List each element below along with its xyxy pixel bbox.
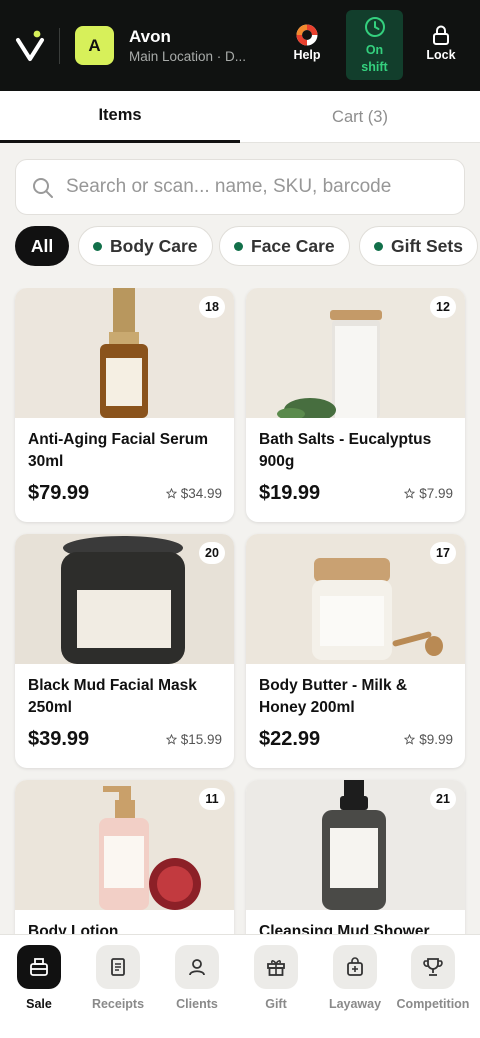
tab-items[interactable]: Items [0, 91, 240, 143]
lifebuoy-icon [295, 22, 319, 48]
cost-value: $15.99 [180, 732, 222, 747]
chip-label: Body Care [110, 235, 198, 256]
chip-face-care[interactable]: Face Care [219, 226, 350, 266]
star-icon [165, 734, 177, 745]
stock-badge: 11 [199, 788, 225, 810]
nav-clients[interactable]: Clients [157, 945, 237, 1011]
star-icon [404, 488, 416, 499]
store-avatar[interactable]: A [75, 26, 114, 65]
star-icon [165, 488, 177, 499]
product-card[interactable]: 18 Anti-Aging Facial Serum 30ml $79.99 $… [15, 288, 234, 522]
shift-label-line2: shift [361, 60, 388, 74]
nav-label: Competition [396, 997, 470, 1011]
cost-value: $34.99 [180, 486, 222, 501]
chip-label: Face Care [251, 235, 335, 256]
help-button[interactable]: Help [280, 22, 334, 70]
chip-body-care[interactable]: Body Care [78, 226, 213, 266]
product-card[interactable]: 11 Body Lotion [15, 780, 234, 934]
search-box [15, 159, 465, 215]
product-card[interactable]: 20 Black Mud Facial Mask 250ml $39.99 $1… [15, 534, 234, 768]
star-icon [404, 734, 416, 745]
store-location[interactable]: Main Location · D... [129, 49, 246, 64]
stock-badge: 12 [430, 296, 456, 318]
layaway-bag-icon [333, 945, 377, 989]
person-icon [175, 945, 219, 989]
stock-badge: 21 [430, 788, 456, 810]
product-name: Body Lotion [28, 923, 119, 934]
nav-label: Layaway [328, 997, 382, 1011]
product-name: Body Butter - Milk & Honey 200ml [259, 677, 408, 716]
product-price: $39.99 [28, 728, 90, 750]
product-cost: $34.99 [165, 486, 222, 501]
nav-gift[interactable]: Gift [236, 945, 316, 1011]
lock-button[interactable]: Lock [414, 22, 468, 70]
product-card[interactable]: 17 Body Butter - Milk & Honey 200ml $22.… [246, 534, 465, 768]
category-dot-icon [234, 241, 243, 251]
nav-receipts[interactable]: Receipts [78, 945, 158, 1011]
chip-all[interactable]: All [15, 226, 69, 266]
stock-badge: 17 [430, 542, 456, 564]
product-price: $22.99 [259, 728, 321, 750]
nav-label: Gift [265, 997, 287, 1011]
product-name: Black Mud Facial Mask 250ml [28, 677, 197, 716]
product-cost: $9.99 [404, 732, 453, 747]
shift-label-line1: On [365, 43, 384, 57]
divider [59, 28, 60, 64]
chip-gift-sets[interactable]: Gift Sets [359, 226, 478, 266]
view-tabs: Items Cart (3) [0, 91, 480, 143]
nav-sale[interactable]: Sale [0, 945, 79, 1011]
bottom-navigation: Sale Receipts Clients Gift Layaway Compe… [0, 934, 480, 1038]
cost-value: $7.99 [419, 486, 453, 501]
product-cost: $7.99 [404, 486, 453, 501]
clock-icon [364, 17, 385, 37]
nav-label: Clients [176, 997, 218, 1011]
search-input[interactable] [66, 170, 446, 204]
trophy-icon [411, 945, 455, 989]
chip-label: Gift Sets [391, 235, 463, 256]
category-filter-bar: All Body Care Face Care Gift Sets [15, 226, 480, 266]
store-name[interactable]: Avon [129, 27, 171, 47]
tab-cart[interactable]: Cart (3) [240, 91, 480, 143]
brand-logo-icon [16, 30, 44, 61]
search-icon [33, 178, 53, 198]
gift-icon [254, 945, 298, 989]
product-price: $19.99 [259, 482, 321, 504]
nav-label: Sale [26, 997, 52, 1011]
nav-layaway[interactable]: Layaway [315, 945, 395, 1011]
lock-icon [431, 22, 451, 48]
top-bar: A Avon Main Location · D... Help On shif… [0, 0, 480, 91]
lock-label: Lock [426, 48, 456, 62]
product-card[interactable]: 21 Cleansing Mud Shower [246, 780, 465, 934]
chip-label: All [30, 235, 54, 256]
product-grid: 18 Anti-Aging Facial Serum 30ml $79.99 $… [0, 288, 480, 934]
cost-value: $9.99 [419, 732, 453, 747]
register-icon [17, 945, 61, 989]
on-shift-button[interactable]: On shift [346, 10, 403, 80]
category-dot-icon [374, 241, 383, 251]
help-label: Help [293, 48, 321, 62]
product-cost: $15.99 [165, 732, 222, 747]
product-card[interactable]: 12 Bath Salts - Eucalyptus 900g $19.99 $… [246, 288, 465, 522]
product-name: Bath Salts - Eucalyptus 900g [259, 431, 432, 470]
nav-label: Receipts [91, 997, 145, 1011]
category-dot-icon [93, 241, 102, 251]
nav-competition[interactable]: Competition [393, 945, 473, 1011]
product-name: Cleansing Mud Shower [259, 923, 430, 934]
receipt-icon [96, 945, 140, 989]
product-price: $79.99 [28, 482, 90, 504]
stock-badge: 20 [199, 542, 225, 564]
product-name: Anti-Aging Facial Serum 30ml [28, 431, 208, 470]
stock-badge: 18 [199, 296, 225, 318]
